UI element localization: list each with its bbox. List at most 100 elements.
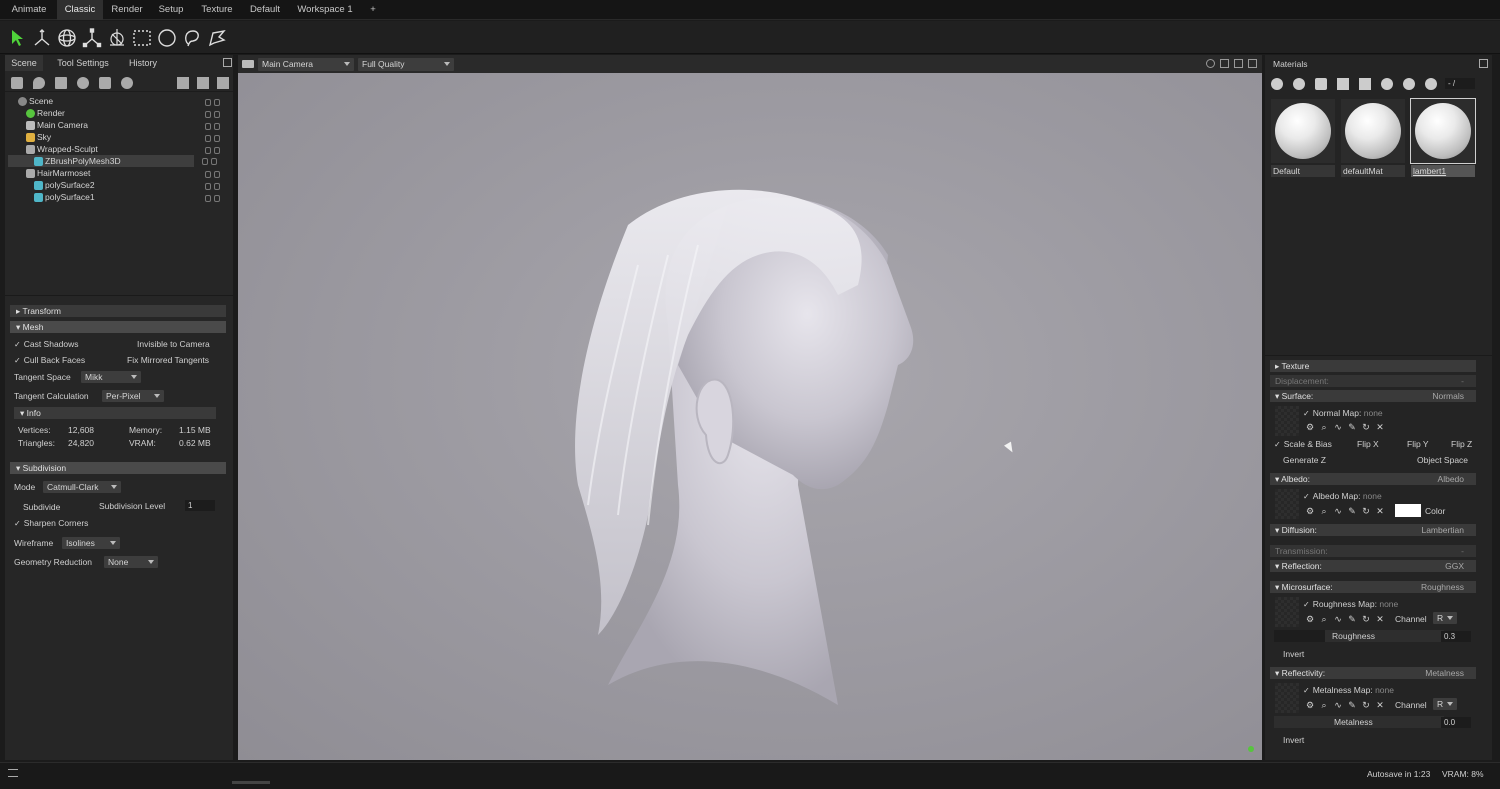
mesh-section-header[interactable]: ▾ Mesh (10, 321, 226, 333)
trash-icon[interactable] (217, 77, 229, 89)
transform-section-header[interactable]: ▸ Transform (10, 305, 226, 317)
reflection-section-header[interactable]: ▾ Reflection: GGX (1270, 560, 1476, 572)
viewport-menu-icon[interactable] (242, 60, 254, 68)
tab-history[interactable]: History (123, 55, 163, 71)
viewport-maximize-icon[interactable] (1234, 59, 1243, 68)
info-section-header[interactable]: ▾ Info (14, 407, 216, 419)
roughness-map-tools[interactable]: ⚙ ⌕ ∿ ✎ ↻ ✕ (1305, 614, 1389, 624)
scale-gizmo-icon[interactable] (82, 28, 102, 48)
viewport-popout-icon[interactable] (1248, 59, 1257, 68)
tree-item-wrapped-sculpt[interactable]: Wrapped-Sculpt (8, 143, 226, 155)
material-grid-icon[interactable] (1315, 78, 1327, 90)
tab-classic[interactable]: Classic (57, 0, 103, 20)
texture-section-header[interactable]: ▸ Texture (1270, 360, 1476, 372)
tab-default[interactable]: Default (243, 0, 287, 20)
eyedropper-icon[interactable] (1381, 78, 1393, 90)
flip-x-checkbox[interactable]: Flip X (1357, 439, 1379, 449)
popout-icon[interactable] (1479, 59, 1488, 68)
viewport-settings-icon[interactable] (1206, 59, 1215, 68)
sharpen-corners-checkbox[interactable]: Sharpen Corners (14, 518, 89, 528)
fix-mirrored-tangents-checkbox[interactable]: Fix Mirrored Tangents (127, 355, 209, 365)
trash-icon[interactable] (1359, 78, 1371, 90)
quality-dropdown[interactable]: Full Quality (358, 58, 454, 71)
assign-material-icon[interactable] (1403, 78, 1415, 90)
metalness-map-tools[interactable]: ⚙ ⌕ ∿ ✎ ↻ ✕ (1305, 700, 1389, 710)
duplicate-icon[interactable] (197, 77, 209, 89)
paint-select-icon[interactable] (207, 28, 227, 48)
duplicate-material-icon[interactable] (1293, 78, 1305, 90)
scroll-handle[interactable] (232, 781, 270, 784)
albedo-color-swatch[interactable] (1395, 504, 1421, 517)
tangent-calculation-dropdown[interactable]: Per-Pixel (102, 390, 164, 402)
metalness-channel-dropdown[interactable]: R (1433, 698, 1457, 710)
move-gizmo-icon[interactable] (32, 28, 52, 48)
flip-z-checkbox[interactable]: Flip Z (1451, 439, 1472, 449)
roughness-invert-checkbox[interactable]: Invert (1283, 649, 1304, 659)
cast-shadows-checkbox[interactable]: Cast Shadows (14, 339, 79, 349)
add-turntable-icon[interactable] (121, 77, 133, 89)
diffusion-section-header[interactable]: ▾ Diffusion: Lambertian (1270, 524, 1476, 536)
add-tab-button[interactable]: + (364, 0, 382, 20)
material-swatch-lambert1[interactable] (1410, 98, 1476, 164)
material-swatch-default[interactable] (1271, 99, 1335, 163)
tree-item-zbrushpolymesh3d[interactable]: ZBrushPolyMesh3D (8, 155, 194, 167)
roughness-slider[interactable]: Roughness (1274, 630, 1444, 642)
tree-item-hairmarmoset[interactable]: HairMarmoset (8, 167, 226, 179)
metalness-slider[interactable]: Metalness (1274, 716, 1444, 728)
tree-item-render[interactable]: Render (8, 107, 226, 119)
scale-bias-checkbox[interactable]: Scale & Bias (1274, 439, 1332, 449)
tab-texture[interactable]: Texture (194, 0, 240, 20)
reflectivity-section-header[interactable]: ▾ Reflectivity: Metalness (1270, 667, 1476, 679)
tree-item-sky[interactable]: Sky (8, 131, 226, 143)
albedo-map-tools[interactable]: ⚙ ⌕ ∿ ✎ ↻ ✕ (1305, 506, 1389, 516)
albedo-map-thumbnail[interactable] (1275, 489, 1299, 519)
roughness-channel-dropdown[interactable]: R (1433, 612, 1457, 624)
tab-animate[interactable]: Animate (4, 0, 54, 20)
folder-icon[interactable] (177, 77, 189, 89)
surface-section-header[interactable]: ▾ Surface: Normals (1270, 390, 1476, 402)
add-group-icon[interactable] (77, 77, 89, 89)
viewport-move-icon[interactable] (1220, 59, 1229, 68)
material-search-input[interactable]: - / (1445, 78, 1475, 89)
material-swatch-defaultmat[interactable] (1341, 99, 1405, 163)
object-space-checkbox[interactable]: Object Space (1417, 455, 1468, 465)
normal-map-tools[interactable]: ⚙ ⌕ ∿ ✎ ↻ ✕ (1305, 422, 1389, 432)
subdivision-level-input[interactable]: 1 (185, 500, 215, 511)
add-shadow-catcher-icon[interactable] (99, 77, 111, 89)
add-mesh-icon[interactable] (11, 77, 23, 89)
tree-item-scene[interactable]: Scene (8, 95, 226, 107)
select-arrow-icon[interactable] (8, 28, 28, 48)
new-material-icon[interactable] (1271, 78, 1283, 90)
tree-item-polysurface2[interactable]: polySurface2 (8, 179, 226, 191)
tab-workspace-1[interactable]: Workspace 1 (290, 0, 360, 20)
metalness-map-thumbnail[interactable] (1275, 683, 1299, 713)
rotate-gizmo-icon[interactable] (57, 28, 77, 48)
transform-gizmo-icon[interactable] (107, 28, 127, 48)
folder-icon[interactable] (1337, 78, 1349, 90)
clear-material-icon[interactable] (1425, 78, 1437, 90)
normal-map-thumbnail[interactable] (1275, 406, 1299, 436)
lasso-select-icon[interactable] (182, 28, 202, 48)
roughness-value-input[interactable]: 0.3 (1441, 631, 1471, 642)
metalness-invert-checkbox[interactable]: Invert (1283, 735, 1304, 745)
tree-item-polysurface1[interactable]: polySurface1 (8, 191, 226, 203)
flip-y-checkbox[interactable]: Flip Y (1407, 439, 1429, 449)
tangent-space-dropdown[interactable]: Mikk (81, 371, 141, 383)
generate-z-checkbox[interactable]: Generate Z (1283, 455, 1326, 465)
tree-item-main-camera[interactable]: Main Camera (8, 119, 226, 131)
popout-icon[interactable] (223, 58, 232, 67)
tab-render[interactable]: Render (106, 0, 148, 20)
add-camera-icon[interactable] (55, 77, 67, 89)
metalness-value-input[interactable]: 0.0 (1441, 717, 1471, 728)
cull-back-faces-checkbox[interactable]: Cull Back Faces (14, 355, 85, 365)
microsurface-section-header[interactable]: ▾ Microsurface: Roughness (1270, 581, 1476, 593)
circle-select-icon[interactable] (157, 28, 177, 48)
3d-viewport[interactable]: Main Camera Full Quality (238, 55, 1262, 760)
subdivision-section-header[interactable]: ▾ Subdivision (10, 462, 226, 474)
tab-tool-settings[interactable]: Tool Settings (49, 55, 117, 71)
displacement-section-header[interactable]: Displacement: - (1270, 375, 1476, 387)
geometry-reduction-dropdown[interactable]: None (104, 556, 158, 568)
mode-dropdown[interactable]: Catmull-Clark (43, 481, 121, 493)
albedo-section-header[interactable]: ▾ Albedo: Albedo (1270, 473, 1476, 485)
transmission-section-header[interactable]: Transmission: - (1270, 545, 1476, 557)
